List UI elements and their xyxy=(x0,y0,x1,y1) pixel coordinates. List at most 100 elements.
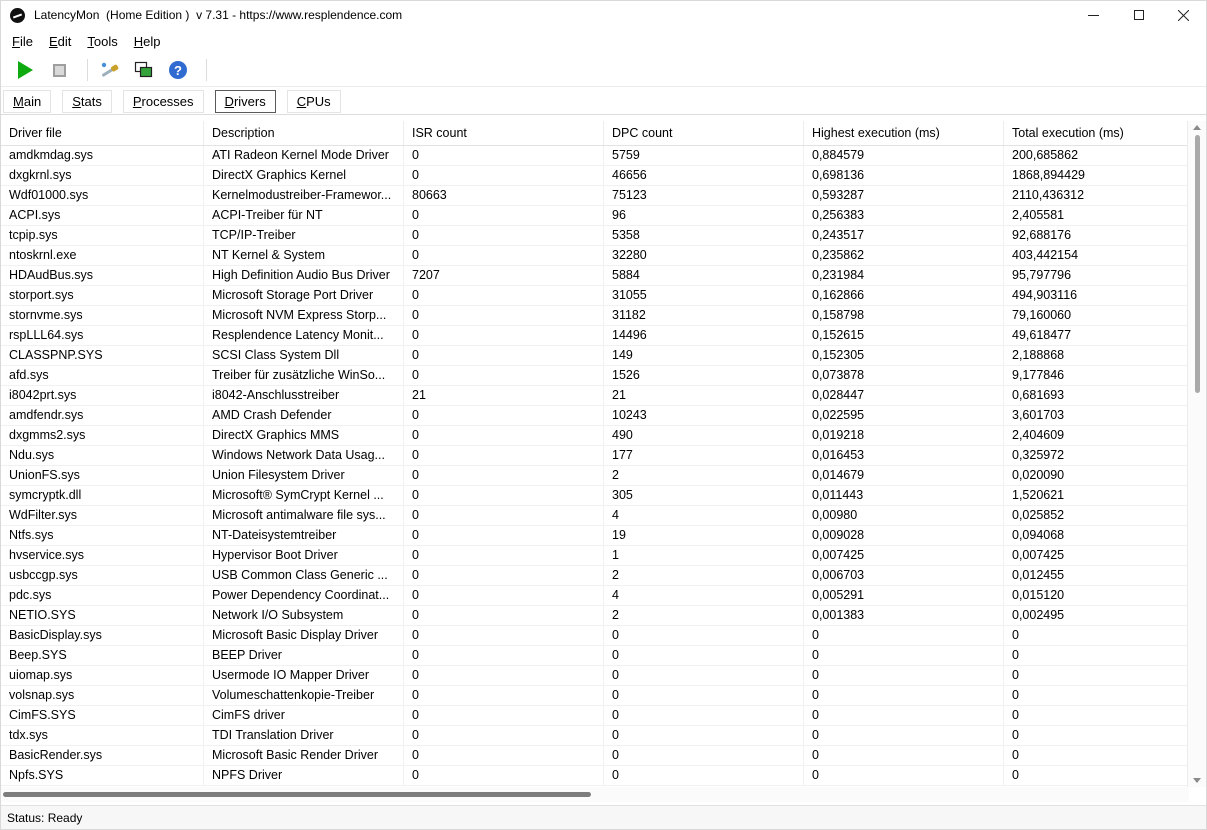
table-row[interactable]: Wdf01000.sysKernelmodustreiber-Framewor.… xyxy=(1,186,1189,206)
table-row[interactable]: dxgmms2.sysDirectX Graphics MMS04900,019… xyxy=(1,426,1189,446)
close-icon xyxy=(1178,10,1189,21)
tools-icon xyxy=(99,60,121,80)
table-cell: 0,243517 xyxy=(804,226,1004,245)
scroll-up-icon[interactable] xyxy=(1193,125,1201,130)
column-header[interactable]: ISR count xyxy=(404,121,604,145)
table-row[interactable]: Npfs.SYSNPFS Driver0000 xyxy=(1,766,1189,786)
table-row[interactable]: UnionFS.sysUnion Filesystem Driver020,01… xyxy=(1,466,1189,486)
tab-processes[interactable]: Processes xyxy=(123,90,204,113)
copy-report-button[interactable] xyxy=(130,57,158,83)
column-header[interactable]: Total execution (ms) xyxy=(1004,121,1189,145)
table-cell: NT-Dateisystemtreiber xyxy=(204,526,404,545)
menu-item-label: ools xyxy=(94,34,118,49)
help-icon: ? xyxy=(169,61,187,79)
table-cell: CLASSPNP.SYS xyxy=(1,346,204,365)
column-header[interactable]: DPC count xyxy=(604,121,804,145)
tab-drivers[interactable]: Drivers xyxy=(215,90,276,113)
table-row[interactable]: pdc.sysPower Dependency Coordinat...040,… xyxy=(1,586,1189,606)
table-row[interactable]: rspLLL64.sysResplendence Latency Monit..… xyxy=(1,326,1189,346)
menu-item-accel: F xyxy=(12,34,20,49)
maximize-button[interactable] xyxy=(1116,1,1161,29)
table-cell: 0,162866 xyxy=(804,286,1004,305)
table-cell: AMD Crash Defender xyxy=(204,406,404,425)
table-cell: 4 xyxy=(604,586,804,605)
table-row[interactable]: WdFilter.sysMicrosoft antimalware file s… xyxy=(1,506,1189,526)
tab-main[interactable]: Main xyxy=(3,90,51,113)
column-header[interactable]: Driver file xyxy=(1,121,204,145)
table-cell: 494,903116 xyxy=(1004,286,1189,305)
app-logo-icon xyxy=(10,8,25,23)
table-cell: 0 xyxy=(404,466,604,485)
table-cell: Microsoft Basic Render Driver xyxy=(204,746,404,765)
table-row[interactable]: afd.sysTreiber für zusätzliche WinSo...0… xyxy=(1,366,1189,386)
table-cell: 0 xyxy=(804,626,1004,645)
table-row[interactable]: HDAudBus.sysHigh Definition Audio Bus Dr… xyxy=(1,266,1189,286)
table-cell: CimFS driver xyxy=(204,706,404,725)
table-cell: SCSI Class System Dll xyxy=(204,346,404,365)
tab-cpus[interactable]: CPUs xyxy=(287,90,341,113)
menu-item-help[interactable]: Help xyxy=(126,31,169,52)
column-header[interactable]: Description xyxy=(204,121,404,145)
table-row[interactable]: symcryptk.dllMicrosoft® SymCrypt Kernel … xyxy=(1,486,1189,506)
table-cell: 0 xyxy=(404,586,604,605)
table-cell: 14496 xyxy=(604,326,804,345)
table-row[interactable]: i8042prt.sysi8042-Anschlusstreiber21210,… xyxy=(1,386,1189,406)
table-row[interactable]: hvservice.sysHypervisor Boot Driver010,0… xyxy=(1,546,1189,566)
horizontal-scrollbar[interactable] xyxy=(1,787,1189,802)
table-row[interactable]: CLASSPNP.SYSSCSI Class System Dll01490,1… xyxy=(1,346,1189,366)
table-cell: 0 xyxy=(1004,746,1189,765)
table-row[interactable]: Ndu.sysWindows Network Data Usag...01770… xyxy=(1,446,1189,466)
table-row[interactable]: uiomap.sysUsermode IO Mapper Driver0000 xyxy=(1,666,1189,686)
table-cell: 95,797796 xyxy=(1004,266,1189,285)
toolbar: ? xyxy=(1,54,1206,87)
table-row[interactable]: storport.sysMicrosoft Storage Port Drive… xyxy=(1,286,1189,306)
help-button[interactable]: ? xyxy=(164,57,192,83)
table-cell: 0 xyxy=(1004,666,1189,685)
table-cell: 0 xyxy=(604,766,804,785)
table-cell: 0 xyxy=(404,346,604,365)
table-cell: 0 xyxy=(404,686,604,705)
table-cell: 0,012455 xyxy=(1004,566,1189,585)
table-row[interactable]: volsnap.sysVolumeschattenkopie-Treiber00… xyxy=(1,686,1189,706)
table-row[interactable]: BasicDisplay.sysMicrosoft Basic Display … xyxy=(1,626,1189,646)
menu-item-edit[interactable]: Edit xyxy=(41,31,79,52)
table-row[interactable]: ACPI.sysACPI-Treiber für NT0960,2563832,… xyxy=(1,206,1189,226)
vertical-scrollbar[interactable] xyxy=(1187,121,1206,787)
table-row[interactable]: Beep.SYSBEEP Driver0000 xyxy=(1,646,1189,666)
table-row[interactable]: stornvme.sysMicrosoft NVM Express Storp.… xyxy=(1,306,1189,326)
vertical-scrollbar-thumb[interactable] xyxy=(1195,135,1200,393)
tab-label: rocesses xyxy=(142,94,194,109)
table-cell: Network I/O Subsystem xyxy=(204,606,404,625)
options-button[interactable] xyxy=(96,57,124,83)
table-row[interactable]: tdx.sysTDI Translation Driver0000 xyxy=(1,726,1189,746)
table-row[interactable]: amdfendr.sysAMD Crash Defender0102430,02… xyxy=(1,406,1189,426)
column-header[interactable]: Highest execution (ms) xyxy=(804,121,1004,145)
menu-item-tools[interactable]: Tools xyxy=(79,31,125,52)
table-row[interactable]: tcpip.sysTCP/IP-Treiber053580,24351792,6… xyxy=(1,226,1189,246)
table-row[interactable]: dxgkrnl.sysDirectX Graphics Kernel046656… xyxy=(1,166,1189,186)
table-cell: 31055 xyxy=(604,286,804,305)
close-button[interactable] xyxy=(1161,1,1206,29)
table-cell: Union Filesystem Driver xyxy=(204,466,404,485)
table-cell: 0 xyxy=(404,406,604,425)
table-row[interactable]: amdkmdag.sysATI Radeon Kernel Mode Drive… xyxy=(1,146,1189,166)
table-row[interactable]: usbccgp.sysUSB Common Class Generic ...0… xyxy=(1,566,1189,586)
table-cell: 0,011443 xyxy=(804,486,1004,505)
window-controls xyxy=(1071,1,1206,29)
minimize-button[interactable] xyxy=(1071,1,1116,29)
stop-monitor-button[interactable] xyxy=(45,57,73,83)
table-cell: dxgmms2.sys xyxy=(1,426,204,445)
table-cell: 0,256383 xyxy=(804,206,1004,225)
table-cell: tdx.sys xyxy=(1,726,204,745)
horizontal-scrollbar-thumb[interactable] xyxy=(3,792,591,797)
table-row[interactable]: ntoskrnl.exeNT Kernel & System0322800,23… xyxy=(1,246,1189,266)
menu-item-file[interactable]: File xyxy=(4,31,41,52)
scroll-down-icon[interactable] xyxy=(1193,778,1201,783)
table-cell: 305 xyxy=(604,486,804,505)
start-monitor-button[interactable] xyxy=(11,57,39,83)
table-row[interactable]: BasicRender.sysMicrosoft Basic Render Dr… xyxy=(1,746,1189,766)
table-row[interactable]: CimFS.SYSCimFS driver0000 xyxy=(1,706,1189,726)
table-row[interactable]: NETIO.SYSNetwork I/O Subsystem020,001383… xyxy=(1,606,1189,626)
table-row[interactable]: Ntfs.sysNT-Dateisystemtreiber0190,009028… xyxy=(1,526,1189,546)
tab-stats[interactable]: Stats xyxy=(62,90,112,113)
